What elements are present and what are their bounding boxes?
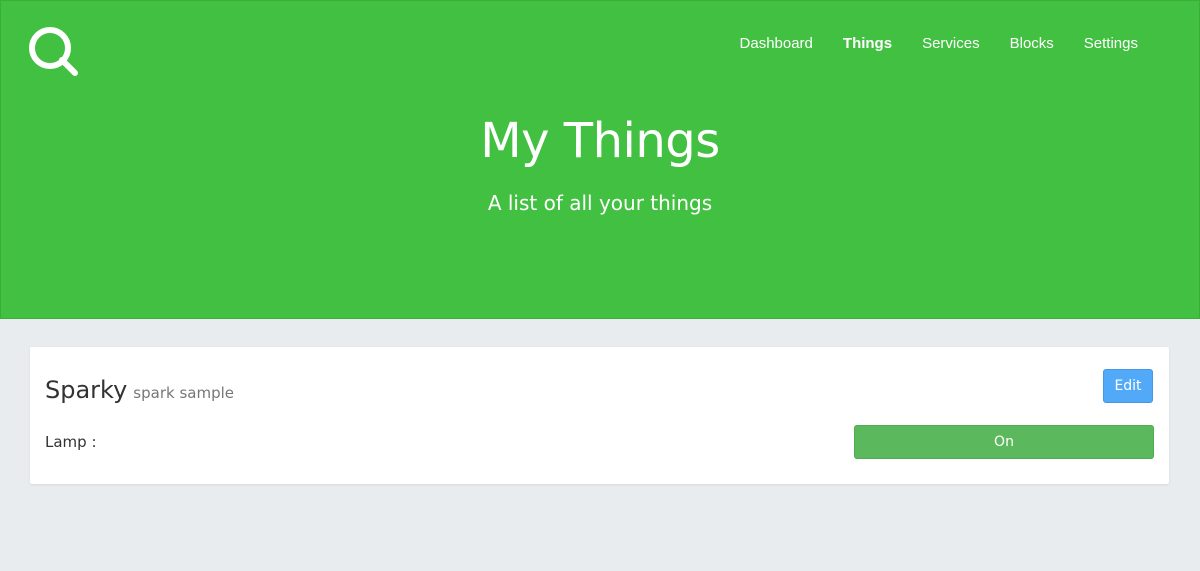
thing-card: Sparky spark sample Edit Lamp : On: [30, 347, 1169, 484]
page-subtitle: A list of all your things: [487, 191, 713, 215]
nav-item-things[interactable]: Things: [828, 34, 907, 54]
nav-item-settings[interactable]: Settings: [1069, 34, 1153, 54]
logo-icon[interactable]: [27, 25, 81, 79]
nav-item-services[interactable]: Services: [907, 34, 995, 54]
thing-description: spark sample: [133, 384, 234, 402]
edit-button[interactable]: Edit: [1103, 369, 1153, 403]
hero-header: Dashboard Things Services Blocks Setting…: [0, 0, 1200, 319]
page-title: My Things: [480, 113, 720, 169]
nav-item-dashboard[interactable]: Dashboard: [725, 34, 828, 54]
thing-name: Sparky: [45, 376, 128, 404]
nav-item-blocks[interactable]: Blocks: [995, 34, 1069, 54]
lamp-toggle-button[interactable]: On: [854, 425, 1154, 459]
main-nav: Dashboard Things Services Blocks Setting…: [725, 34, 1153, 54]
property-label-lamp: Lamp :: [45, 433, 97, 451]
thing-card-header: Sparky spark sample: [45, 376, 234, 404]
